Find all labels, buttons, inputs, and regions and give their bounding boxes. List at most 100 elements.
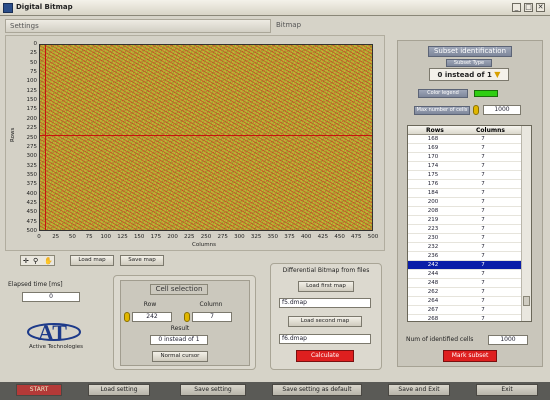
column-cell: 7	[481, 199, 485, 205]
max-cells-input[interactable]: 1000	[483, 105, 521, 115]
close-button[interactable]: ✕	[536, 3, 545, 12]
save-setting-default-button[interactable]: Save setting as default	[272, 384, 362, 396]
max-cells-knob[interactable]	[473, 105, 479, 115]
table-row[interactable]: 267 7	[408, 306, 523, 315]
row-cell: 244	[427, 271, 439, 277]
table-row[interactable]: 232 7	[408, 243, 523, 252]
table-row[interactable]: 262 7	[408, 288, 523, 297]
table-row[interactable]: 244 7	[408, 270, 523, 279]
columns-column-header[interactable]: Columns	[476, 127, 505, 134]
differential-title: Differential Bitmap from files	[282, 267, 370, 274]
y-tick-label: 250	[26, 134, 38, 141]
load-first-map-button[interactable]: Load first map	[298, 281, 354, 292]
table-row[interactable]: 268 7	[408, 315, 523, 321]
y-tick-label: 425	[26, 199, 38, 206]
load-setting-button[interactable]: Load setting	[88, 384, 150, 396]
pan-icon[interactable]: ✋	[44, 257, 53, 265]
column-cell: 7	[481, 136, 485, 142]
exit-button[interactable]: Exit	[476, 384, 538, 396]
color-legend-label: Color legend	[418, 89, 468, 98]
row-cell: 219	[427, 217, 439, 223]
table-row[interactable]: 200 7	[408, 198, 523, 207]
minimize-button[interactable]: _	[512, 3, 521, 12]
x-tick-label: 50	[68, 234, 76, 240]
row-cell: 168	[427, 136, 439, 142]
column-cell: 7	[481, 190, 485, 196]
row-cursor-line[interactable]	[40, 134, 372, 136]
bitmap-plot[interactable]	[39, 44, 373, 231]
y-tick-label: 225	[26, 125, 38, 132]
rows-column-header[interactable]: Rows	[426, 127, 444, 134]
table-row[interactable]: 236 7	[408, 252, 523, 261]
table-row[interactable]: 170 7	[408, 153, 523, 162]
column-cell: 7	[481, 307, 485, 313]
x-tick-label: 75	[85, 234, 93, 240]
row-cell: 175	[427, 172, 439, 178]
y-tick-label: 125	[26, 87, 38, 94]
table-row[interactable]: 169 7	[408, 144, 523, 153]
x-tick-label: 475	[351, 234, 362, 240]
app-icon	[3, 3, 13, 13]
save-setting-button[interactable]: Save setting	[180, 384, 246, 396]
x-tick-label: 375	[284, 234, 295, 240]
table-row[interactable]: 176 7	[408, 180, 523, 189]
table-row[interactable]: 248 7	[408, 279, 523, 288]
second-map-file[interactable]: f6.dmap	[279, 334, 371, 344]
plot-tools[interactable]: ✛ ⚲ ✋	[20, 255, 55, 266]
y-tick-label: 100	[26, 78, 38, 85]
save-map-button[interactable]: Save map	[120, 255, 164, 266]
elapsed-time-value: 0	[22, 292, 80, 302]
dropdown-arrow-icon[interactable]: ▼	[494, 70, 500, 79]
y-tick-label: 400	[26, 190, 38, 197]
y-tick-label: 75	[30, 69, 37, 76]
save-and-exit-button[interactable]: Save and Exit	[388, 384, 450, 396]
calculate-button[interactable]: Calculate	[296, 350, 354, 362]
column-cell: 7	[481, 181, 485, 187]
subset-table[interactable]: Rows Columns 168 7 169 7 170 7 174 7 175 7 176 7 184…	[407, 125, 532, 322]
table-row[interactable]: 219 7	[408, 216, 523, 225]
column-cursor-line[interactable]	[44, 45, 46, 230]
result-value: 0 instead of 1	[150, 335, 208, 345]
column-cell: 7	[481, 145, 485, 151]
table-row[interactable]: 174 7	[408, 162, 523, 171]
mark-subset-button[interactable]: Mark subset	[443, 350, 497, 362]
table-row[interactable]: 208 7	[408, 207, 523, 216]
load-second-map-button[interactable]: Load second map	[288, 316, 362, 327]
max-cells-label: Max number of cells	[414, 106, 470, 115]
table-row[interactable]: 242 7	[408, 261, 523, 270]
column-cell: 7	[481, 154, 485, 160]
table-row[interactable]: 175 7	[408, 171, 523, 180]
column-input[interactable]: 7	[192, 312, 232, 322]
row-knob[interactable]	[124, 312, 130, 322]
subset-type-value: 0 instead of 1	[437, 71, 492, 79]
column-cell: 7	[481, 280, 485, 286]
x-tick-label: 300	[234, 234, 245, 240]
zoom-icon[interactable]: ⚲	[33, 257, 38, 265]
x-tick-label: 100	[100, 234, 112, 240]
subset-type-select[interactable]: 0 instead of 1 ▼	[429, 68, 509, 81]
x-axis-label: Columns	[192, 242, 216, 248]
x-tick-label: 25	[52, 234, 60, 240]
table-scroll-thumb[interactable]	[523, 296, 530, 306]
load-map-button[interactable]: Load map	[70, 255, 114, 266]
table-row[interactable]: 230 7	[408, 234, 523, 243]
crosshair-icon[interactable]: ✛	[23, 257, 29, 265]
normal-cursor-button[interactable]: Normal cursor	[152, 351, 208, 362]
bitmap-header: Bitmap	[276, 21, 302, 29]
table-row[interactable]: 168 7	[408, 135, 523, 144]
y-tick-label: 175	[26, 106, 38, 113]
subset-type-label: Subset Type	[446, 59, 492, 67]
row-cell: 200	[427, 199, 439, 205]
column-knob[interactable]	[184, 312, 190, 322]
title-bar: Digital Bitmap _ □ ✕	[0, 0, 550, 16]
column-cell: 7	[481, 163, 485, 169]
row-input[interactable]: 242	[132, 312, 172, 322]
maximize-button[interactable]: □	[524, 3, 533, 12]
start-button[interactable]: START	[16, 384, 62, 396]
table-row[interactable]: 223 7	[408, 225, 523, 234]
table-row[interactable]: 264 7	[408, 297, 523, 306]
table-row[interactable]: 184 7	[408, 189, 523, 198]
first-map-file[interactable]: f5.dmap	[279, 298, 371, 308]
column-cell: 7	[481, 253, 485, 259]
table-scrollbar[interactable]	[521, 126, 531, 321]
